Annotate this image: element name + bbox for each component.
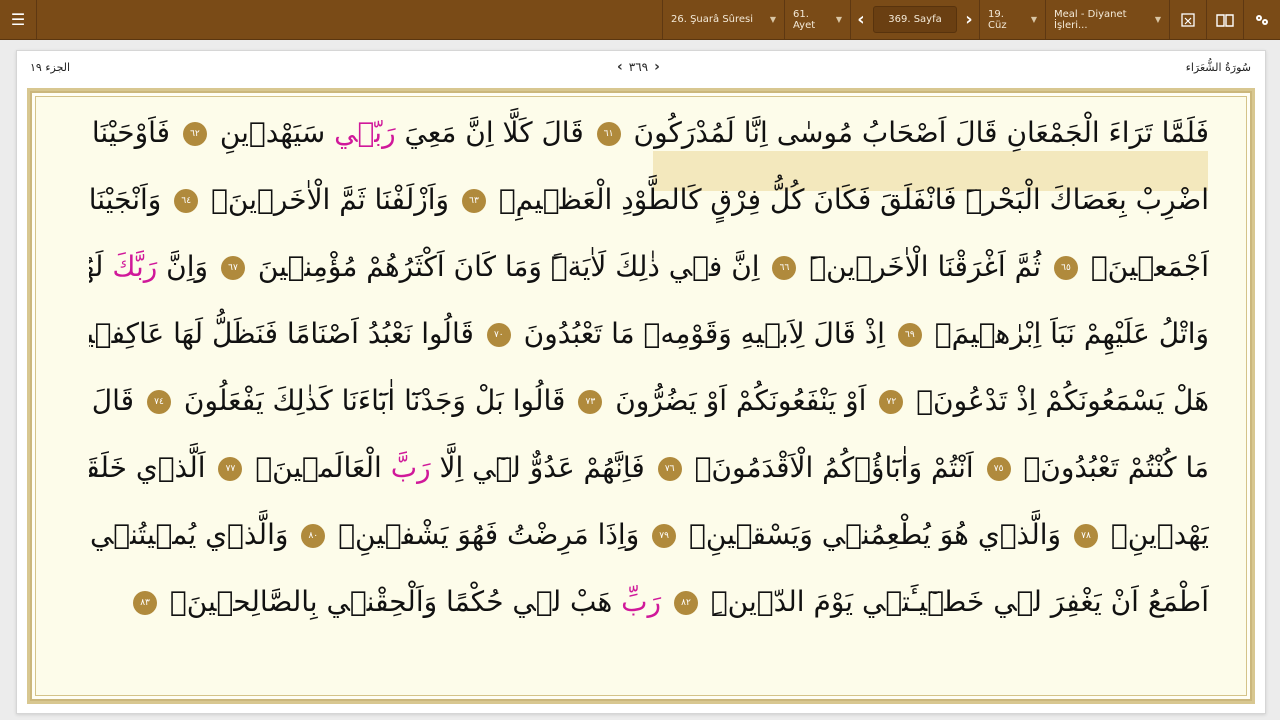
rabb-word: رَبَّكَ — [112, 250, 158, 283]
ayah-select[interactable]: 61. Ayet ▼ — [784, 0, 850, 39]
juz-label: الجزء ١٩ — [30, 61, 71, 74]
chevron-left-icon: ‹ — [857, 9, 865, 30]
surah-name-header: سُورَةُ الشُّعَرَاء — [1185, 61, 1251, 74]
translation-select-label: Meal - Diyanet İşleri... — [1054, 8, 1127, 31]
book-open-icon — [1216, 13, 1234, 27]
page-border: فَلَمَّا تَرَاءَ الْجَمْعَانِ قَالَ اَصْ… — [27, 88, 1255, 704]
chevron-down-icon: ▼ — [835, 15, 842, 24]
page-number: ٣٦٩ — [628, 60, 649, 74]
verse-number-marker[interactable]: ٧٣ — [578, 390, 603, 414]
rabb-word: رَبِّ — [621, 585, 662, 618]
verse-number-marker[interactable]: ٧٤ — [146, 390, 171, 414]
verse-number-marker[interactable]: ٦٤ — [174, 189, 199, 213]
surah-select[interactable]: 26. Şuarâ Sûresi ▼ — [662, 0, 784, 39]
rabb-word: رَبَّ — [390, 451, 431, 484]
hamburger-icon[interactable]: ☰ — [0, 0, 37, 39]
next-page-button[interactable]: › — [959, 0, 979, 39]
settings-button[interactable] — [1243, 0, 1280, 39]
verse-number-marker[interactable]: ٦٦ — [772, 256, 797, 280]
settings-icon — [1256, 14, 1268, 25]
verse-number-marker[interactable]: ٨٠ — [301, 524, 326, 548]
translation-select[interactable]: Meal - Diyanet İşleri... ▼ — [1045, 0, 1169, 39]
ayah-line[interactable]: اضْرِبْ بِعَصَاكَ الْبَحْرَۜ فَانْفَلَقَ… — [89, 172, 1209, 228]
ayah-select-label: 61. Ayet — [793, 8, 816, 31]
mushaf-page: الجزء ١٩ ‹ ٣٦٩ › سُورَةُ الشُّعَرَاء فَل… — [16, 50, 1266, 714]
verse-number-marker[interactable]: ٨٢ — [673, 591, 698, 615]
ayah-line[interactable]: اَطْمَعُ اَنْ يَغْفِرَ ل۪ي خَط۪ٓيـَٔت۪ي … — [89, 574, 1209, 630]
ayah-line[interactable]: وَاتْلُ عَلَيْهِمْ نَبَاَ اِبْرٰه۪يمَۢ ٦… — [89, 306, 1209, 362]
ayah-line[interactable]: اَجْمَع۪ينَۚ ٦٥ ثُمَّ اَغْرَقْنَا الْاٰخ… — [89, 239, 1209, 295]
verse-number-marker[interactable]: ٧٥ — [986, 457, 1011, 481]
verse-number-marker[interactable]: ٦٢ — [182, 122, 207, 146]
ayah-line[interactable]: يَهْد۪ينِۙ ٧٨ وَالَّذ۪ي هُوَ يُطْعِمُن۪ي… — [89, 507, 1209, 563]
verse-number-marker[interactable]: ٧٦ — [657, 457, 682, 481]
top-toolbar: ☰ 26. Şuarâ Sûresi ▼ 61. Ayet ▼ ‹ 369. Say… — [0, 0, 1280, 40]
page-select-label: 369. Sayfa — [888, 14, 942, 25]
book-button[interactable] — [1206, 0, 1243, 39]
surah-select-label: 26. Şuarâ Sûresi — [671, 14, 754, 25]
verse-number-marker[interactable]: ٧٩ — [652, 524, 677, 548]
page-number-nav: ‹ ٣٦٩ › — [617, 59, 660, 75]
verse-number-marker[interactable]: ٦٩ — [897, 323, 922, 347]
page-select[interactable]: 369. Sayfa — [873, 6, 957, 33]
verse-number-marker[interactable]: ٧٢ — [879, 390, 904, 414]
verse-number-marker[interactable]: ٦٧ — [220, 256, 245, 280]
juz-select[interactable]: 19. Cüz ▼ — [979, 0, 1045, 39]
rabb-word: رَبّ۪ي — [334, 116, 396, 149]
verse-number-marker[interactable]: ٦٣ — [461, 189, 486, 213]
ayah-line[interactable]: مَا كُنْتُمْ تَعْبُدُونَۙ ٧٥ اَنْتُمْ وَ… — [89, 440, 1209, 496]
chevron-down-icon: ▼ — [769, 15, 776, 24]
chevron-left-icon[interactable]: ‹ — [617, 59, 623, 75]
verse-number-marker[interactable]: ٧٠ — [486, 323, 511, 347]
page-border-inner: فَلَمَّا تَرَاءَ الْجَمْعَانِ قَالَ اَصْ… — [30, 91, 1252, 701]
bookmark-button[interactable] — [1169, 0, 1206, 39]
chevron-right-icon[interactable]: › — [654, 59, 660, 75]
prev-page-button[interactable]: ‹ — [850, 0, 871, 39]
chevron-down-icon: ▼ — [1154, 15, 1161, 24]
chevron-down-icon: ▼ — [1030, 15, 1037, 24]
chevron-right-icon: › — [965, 9, 973, 30]
ayah-line[interactable]: فَلَمَّا تَرَاءَ الْجَمْعَانِ قَالَ اَصْ… — [89, 105, 1209, 161]
juz-select-label: 19. Cüz — [988, 8, 1007, 31]
verse-number-marker[interactable]: ٨٣ — [133, 591, 158, 615]
ayah-line[interactable]: هَلْ يَسْمَعُونَكُمْ اِذْ تَدْعُونَۙ ٧٢ … — [89, 373, 1209, 429]
bookmark-icon — [1181, 12, 1195, 27]
quran-text-area: فَلَمَّا تَرَاءَ الْجَمْعَانِ قَالَ اَصْ… — [35, 96, 1247, 696]
verse-number-marker[interactable]: ٦١ — [596, 122, 621, 146]
verse-number-marker[interactable]: ٧٧ — [218, 457, 243, 481]
verse-number-marker[interactable]: ٧٨ — [1073, 524, 1098, 548]
verse-number-marker[interactable]: ٦٥ — [1053, 256, 1078, 280]
